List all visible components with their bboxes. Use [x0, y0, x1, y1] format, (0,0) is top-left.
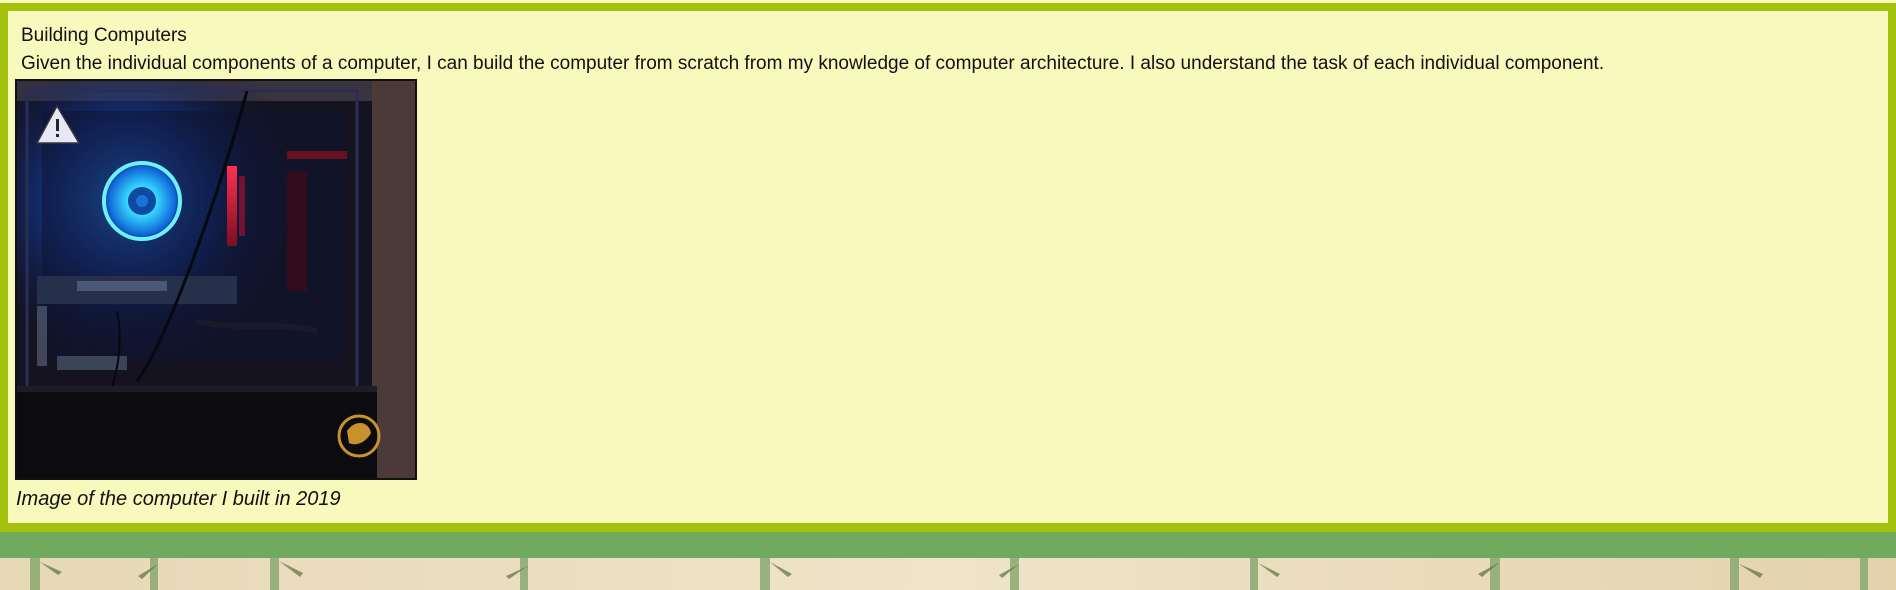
section-title: Building Computers: [21, 25, 187, 46]
computer-photo: [15, 79, 417, 480]
content-card: Building Computers Given the individual …: [0, 3, 1896, 532]
footer-band: [0, 532, 1896, 558]
section-description: Given the individual components of a com…: [21, 53, 1605, 74]
bamboo-pattern: [0, 558, 1896, 590]
content-card-inner: Building Computers Given the individual …: [8, 11, 1888, 523]
image-caption: Image of the computer I built in 2019: [16, 488, 341, 510]
computer-photo-drawing: [17, 81, 415, 478]
bamboo-background: [0, 558, 1896, 590]
